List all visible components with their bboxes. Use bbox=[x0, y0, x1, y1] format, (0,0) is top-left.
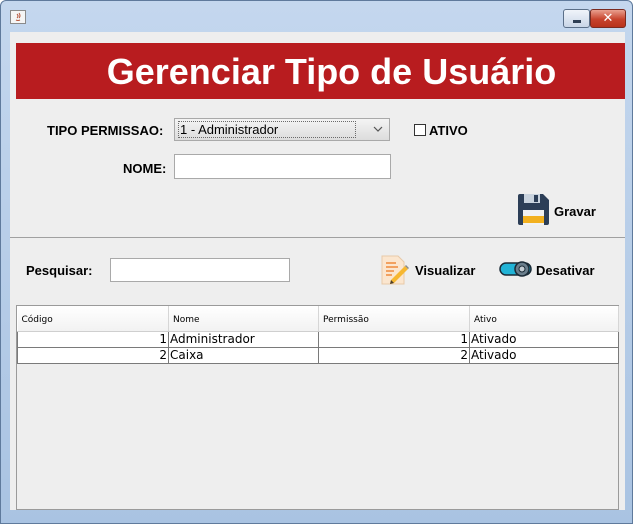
gravar-button[interactable]: Gravar bbox=[516, 192, 616, 228]
cell-permissao[interactable]: 1 bbox=[318, 330, 470, 348]
content-panel: Gerenciar Tipo de Usuário TIPO PERMISSAO… bbox=[10, 32, 625, 510]
search-input[interactable] bbox=[110, 258, 290, 282]
close-icon: ✕ bbox=[602, 11, 614, 26]
nome-input[interactable] bbox=[174, 154, 391, 179]
table-row[interactable]: 1 Administrador 1 Ativado bbox=[17, 330, 619, 348]
tipo-usuario-table: Código Nome Permissão Ativo 1 Administra… bbox=[16, 305, 619, 510]
cell-ativo[interactable]: Ativado bbox=[469, 330, 619, 348]
table-header-row: Código Nome Permissão Ativo bbox=[17, 306, 619, 332]
toggle-switch-icon bbox=[499, 261, 532, 277]
cell-ativo[interactable]: Ativado bbox=[469, 346, 619, 364]
cell-codigo[interactable]: 2 bbox=[17, 346, 169, 364]
tipo-permissao-label: TIPO PERMISSAO: bbox=[47, 123, 164, 138]
java-app-icon[interactable] bbox=[10, 10, 26, 24]
nome-label: NOME: bbox=[123, 161, 167, 176]
page-title: Gerenciar Tipo de Usuário bbox=[106, 51, 557, 92]
cell-nome[interactable]: Caixa bbox=[168, 346, 319, 364]
cell-permissao[interactable]: 2 bbox=[318, 346, 470, 364]
table-row[interactable]: 2 Caixa 2 Ativado bbox=[17, 346, 619, 364]
chevron-down-icon bbox=[373, 126, 383, 132]
visualizar-label: Visualizar bbox=[415, 263, 476, 278]
gravar-label: Gravar bbox=[554, 204, 596, 219]
minimize-button[interactable] bbox=[563, 9, 590, 28]
column-header-permissao[interactable]: Permissão bbox=[318, 306, 470, 332]
ativo-label: ATIVO bbox=[429, 123, 468, 138]
separator bbox=[10, 237, 625, 238]
column-header-codigo[interactable]: Código bbox=[17, 306, 169, 332]
desativar-label: Desativar bbox=[536, 263, 595, 278]
tipo-permissao-selected-value: 1 - Administrador bbox=[178, 121, 356, 138]
tipo-permissao-select[interactable]: 1 - Administrador bbox=[174, 118, 390, 141]
ativo-checkbox[interactable] bbox=[414, 124, 426, 136]
application-window: ✕ Gerenciar Tipo de Usuário TIPO PERMISS… bbox=[0, 0, 633, 524]
document-edit-icon bbox=[381, 255, 409, 285]
close-button[interactable]: ✕ bbox=[590, 9, 626, 28]
visualizar-button[interactable]: Visualizar bbox=[378, 254, 486, 286]
column-header-ativo[interactable]: Ativo bbox=[469, 306, 619, 332]
cell-codigo[interactable]: 1 bbox=[17, 330, 169, 348]
floppy-disk-icon bbox=[518, 194, 549, 225]
pesquisar-label: Pesquisar: bbox=[26, 263, 93, 278]
cell-nome[interactable]: Administrador bbox=[168, 330, 319, 348]
desativar-button[interactable]: Desativar bbox=[499, 258, 605, 282]
title-bar[interactable]: ✕ bbox=[1, 1, 632, 31]
header-banner: Gerenciar Tipo de Usuário bbox=[16, 43, 625, 99]
column-header-nome[interactable]: Nome bbox=[168, 306, 319, 332]
